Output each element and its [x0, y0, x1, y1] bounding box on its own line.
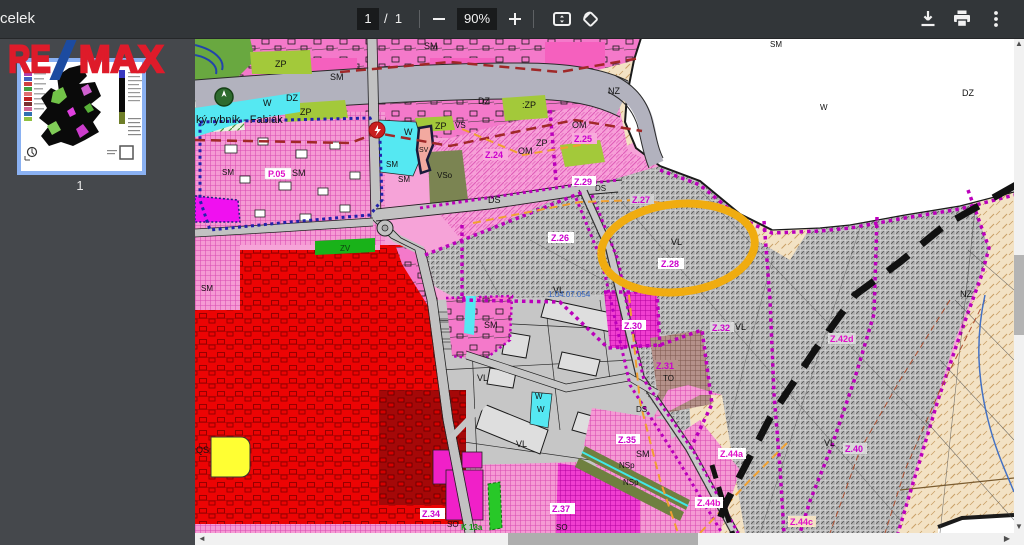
svg-text:ZP: ZP	[435, 121, 447, 131]
svg-text:SM: SM	[398, 175, 410, 184]
svg-text:Z.37: Z.37	[552, 504, 570, 514]
svg-text:P.05: P.05	[268, 169, 285, 179]
svg-text:VL: VL	[735, 322, 746, 332]
svg-text:DZ: DZ	[478, 96, 490, 106]
svg-text::ZP: :ZP	[522, 100, 536, 110]
svg-text:ZP: ZP	[300, 107, 312, 117]
svg-text:Z.34: Z.34	[422, 509, 440, 519]
svg-text:K 13a: K 13a	[461, 523, 483, 532]
svg-text:DZ: DZ	[962, 88, 974, 98]
svg-text:W: W	[537, 405, 545, 414]
svg-text:VS: VS	[455, 121, 466, 130]
svg-text:Z.44c: Z.44c	[790, 517, 813, 527]
svg-text:NZ: NZ	[960, 289, 972, 299]
svg-text:SM: SM	[330, 72, 344, 82]
svg-text:SM: SM	[770, 40, 782, 49]
svg-text:VSo: VSo	[437, 171, 453, 180]
svg-text:NSp: NSp	[619, 461, 635, 470]
svg-text:Z.24: Z.24	[485, 150, 503, 160]
svg-text:ZV: ZV	[340, 244, 351, 253]
svg-text:Z.30: Z.30	[624, 321, 642, 331]
svg-text:SO: SO	[556, 523, 568, 532]
svg-text:Z.35: Z.35	[618, 435, 636, 445]
svg-text:Z.32: Z.32	[712, 323, 730, 333]
svg-text:NSp: NSp	[623, 478, 639, 487]
svg-text:DS: DS	[636, 405, 647, 414]
svg-text:W: W	[535, 392, 543, 401]
svg-text:MAX: MAX	[79, 40, 164, 80]
svg-text:VL: VL	[824, 438, 835, 448]
svg-text:SM: SM	[424, 41, 438, 51]
svg-text:OM: OM	[572, 120, 587, 130]
svg-text:Z.27: Z.27	[632, 195, 650, 205]
svg-text:DZ: DZ	[286, 93, 298, 103]
svg-text:1.04.07.054: 1.04.07.054	[548, 290, 591, 299]
svg-text:Z.25: Z.25	[574, 134, 592, 144]
svg-text:SM: SM	[201, 284, 213, 293]
svg-text:DS: DS	[488, 195, 501, 205]
svg-text:VL: VL	[671, 237, 682, 247]
svg-text:Z.26: Z.26	[551, 233, 569, 243]
svg-text:ký rybník - Fabiák: ký rybník - Fabiák	[196, 114, 283, 126]
svg-text:W: W	[263, 98, 272, 108]
svg-text:SV: SV	[419, 147, 429, 154]
svg-text:W: W	[820, 103, 828, 112]
svg-text:SM: SM	[484, 320, 498, 330]
svg-text:SM: SM	[386, 160, 398, 169]
svg-text:Z.29: Z.29	[574, 177, 592, 187]
svg-text:Z.40: Z.40	[845, 444, 863, 454]
svg-text:QS: QS	[196, 445, 209, 455]
svg-text:Z.31: Z.31	[656, 361, 674, 371]
svg-text:Z.44b: Z.44b	[697, 498, 721, 508]
svg-text:SM: SM	[636, 449, 650, 459]
svg-text:Z.28: Z.28	[661, 259, 679, 269]
svg-text:Z.44a: Z.44a	[720, 449, 744, 459]
svg-text:NZ: NZ	[608, 86, 620, 96]
svg-text:OM: OM	[518, 146, 533, 156]
svg-text:TO: TO	[663, 374, 674, 383]
svg-text:ZP: ZP	[275, 59, 287, 69]
svg-text:RE: RE	[8, 40, 50, 80]
svg-text:VL: VL	[516, 439, 527, 449]
svg-text:W: W	[404, 127, 413, 137]
svg-text:SM: SM	[222, 168, 234, 177]
svg-text:SM: SM	[292, 168, 306, 178]
svg-text:ZP: ZP	[536, 138, 548, 148]
svg-text:VL: VL	[477, 373, 488, 383]
svg-text:SO: SO	[447, 520, 459, 529]
svg-text:Z.42d: Z.42d	[830, 334, 854, 344]
svg-text:DS: DS	[595, 184, 606, 193]
